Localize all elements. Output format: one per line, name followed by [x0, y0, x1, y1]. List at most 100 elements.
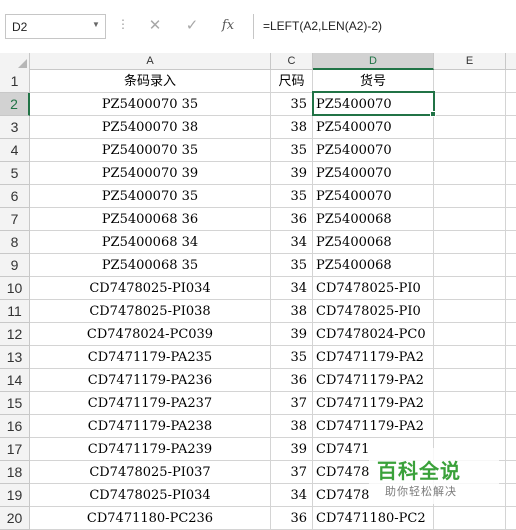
cell-e[interactable] [434, 70, 506, 93]
cell-a[interactable]: PZ5400068 35 [30, 254, 271, 277]
row-header[interactable]: 13 [0, 346, 30, 369]
row-header[interactable]: 14 [0, 369, 30, 392]
cell-e[interactable] [434, 277, 506, 300]
cell-d[interactable]: CD7471179-PA2 [313, 369, 434, 392]
cell-e[interactable] [434, 208, 506, 231]
cell-a[interactable]: CD7478025-PI034 [30, 277, 271, 300]
cell-f[interactable] [506, 208, 516, 231]
row-header[interactable]: 18 [0, 461, 30, 484]
cell-c[interactable]: 38 [271, 415, 313, 438]
cell-f[interactable] [506, 185, 516, 208]
cell-e[interactable] [434, 323, 506, 346]
cell-c[interactable]: 38 [271, 300, 313, 323]
cell-f[interactable] [506, 231, 516, 254]
row-header[interactable]: 5 [0, 162, 30, 185]
cell-e[interactable] [434, 369, 506, 392]
cell-f[interactable] [506, 461, 516, 484]
name-box[interactable]: D2 ▼ [5, 14, 106, 39]
select-all-button[interactable] [0, 53, 30, 70]
cell-c[interactable]: 35 [271, 185, 313, 208]
cell-d[interactable]: CD7478024-PC0 [313, 323, 434, 346]
row-header[interactable]: 12 [0, 323, 30, 346]
column-header-c[interactable]: C [271, 53, 313, 70]
cell-e[interactable] [434, 415, 506, 438]
cell-a[interactable]: CD7478025-PI037 [30, 461, 271, 484]
cell-d[interactable]: PZ5400070 [313, 139, 434, 162]
row-header[interactable]: 6 [0, 185, 30, 208]
row-header[interactable]: 4 [0, 139, 30, 162]
cell-c[interactable]: 34 [271, 277, 313, 300]
cell-a[interactable]: CD7471180-PC236 [30, 507, 271, 530]
cell-f[interactable] [506, 346, 516, 369]
row-header[interactable]: 3 [0, 116, 30, 139]
cell-a[interactable]: CD7471179-PA237 [30, 392, 271, 415]
cell-c[interactable]: 37 [271, 461, 313, 484]
cell-f[interactable] [506, 277, 516, 300]
cell-d[interactable]: PZ5400068 [313, 231, 434, 254]
cell-a[interactable]: PZ5400068 36 [30, 208, 271, 231]
cell-e[interactable] [434, 346, 506, 369]
cell-f[interactable] [506, 93, 516, 116]
row-header[interactable]: 8 [0, 231, 30, 254]
enter-icon[interactable]: ✓ [181, 14, 203, 38]
cell-c[interactable]: 38 [271, 116, 313, 139]
cell-a[interactable]: CD7471179-PA238 [30, 415, 271, 438]
row-header[interactable]: 7 [0, 208, 30, 231]
cell-c[interactable]: 39 [271, 323, 313, 346]
cell-f[interactable] [506, 116, 516, 139]
cell-d[interactable]: CD7471179-PA2 [313, 346, 434, 369]
cell-d[interactable]: PZ5400070 [313, 185, 434, 208]
cell-e[interactable] [434, 254, 506, 277]
cell-f[interactable] [506, 254, 516, 277]
cell-f[interactable] [506, 392, 516, 415]
cell-f[interactable] [506, 139, 516, 162]
formula-input[interactable]: =LEFT(A2,LEN(A2)-2) [253, 14, 516, 39]
cell-d[interactable]: PZ5400068 [313, 208, 434, 231]
row-header[interactable]: 15 [0, 392, 30, 415]
cell-a[interactable]: CD7471179-PA239 [30, 438, 271, 461]
row-header[interactable]: 10 [0, 277, 30, 300]
cell-a[interactable]: PZ5400070 35 [30, 93, 271, 116]
cell-e[interactable] [434, 116, 506, 139]
row-header[interactable]: 17 [0, 438, 30, 461]
column-header-a[interactable]: A [30, 53, 271, 70]
chevron-down-icon[interactable]: ▼ [92, 20, 100, 29]
cell-d[interactable]: PZ5400070 [313, 93, 434, 116]
row-header[interactable]: 9 [0, 254, 30, 277]
cell-a[interactable]: CD7478025-PI038 [30, 300, 271, 323]
cell-c[interactable]: 36 [271, 208, 313, 231]
cell-e[interactable] [434, 185, 506, 208]
cell-f[interactable] [506, 484, 516, 507]
cell-a[interactable]: 条码录入 [30, 70, 271, 93]
cell-a[interactable]: CD7478024-PC039 [30, 323, 271, 346]
cell-a[interactable]: PZ5400070 35 [30, 185, 271, 208]
cell-e[interactable] [434, 93, 506, 116]
cell-e[interactable] [434, 300, 506, 323]
cell-a[interactable]: PZ5400070 35 [30, 139, 271, 162]
column-header-d[interactable]: D [313, 53, 434, 70]
cell-c[interactable]: 36 [271, 507, 313, 530]
cell-d[interactable]: PZ5400068 [313, 254, 434, 277]
cell-a[interactable]: CD7471179-PA235 [30, 346, 271, 369]
row-header[interactable]: 20 [0, 507, 30, 530]
cell-d[interactable]: CD7478025-PI0 [313, 300, 434, 323]
row-header[interactable]: 16 [0, 415, 30, 438]
cell-e[interactable] [434, 392, 506, 415]
cell-d[interactable]: CD7478025-PI0 [313, 277, 434, 300]
cell-c[interactable]: 39 [271, 162, 313, 185]
cell-f[interactable] [506, 507, 516, 530]
cell-f[interactable] [506, 70, 516, 93]
cell-f[interactable] [506, 162, 516, 185]
cell-f[interactable] [506, 438, 516, 461]
cell-e[interactable] [434, 507, 506, 530]
cell-a[interactable]: PZ5400068 34 [30, 231, 271, 254]
cell-f[interactable] [506, 415, 516, 438]
fill-handle[interactable] [430, 111, 436, 117]
cell-a[interactable]: CD7478025-PI034 [30, 484, 271, 507]
row-header[interactable]: 19 [0, 484, 30, 507]
cell-c[interactable]: 34 [271, 484, 313, 507]
cell-c[interactable]: 37 [271, 392, 313, 415]
cell-d[interactable]: CD7471179-PA2 [313, 415, 434, 438]
cell-c[interactable]: 35 [271, 254, 313, 277]
cell-e[interactable] [434, 139, 506, 162]
